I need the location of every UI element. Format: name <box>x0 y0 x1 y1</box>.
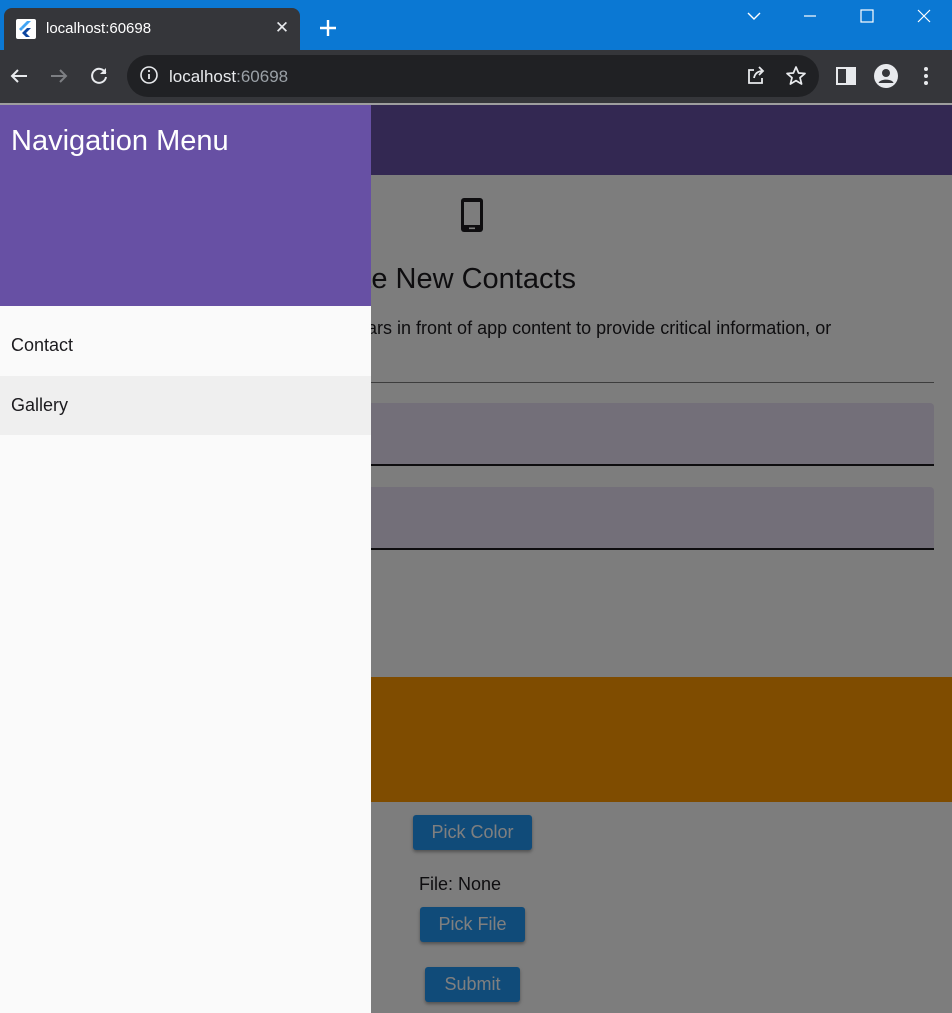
back-arrow-icon[interactable] <box>7 64 31 88</box>
drawer-header: Navigation Menu <box>0 105 371 306</box>
drawer-item-label: Gallery <box>11 395 69 415</box>
browser-tab[interactable]: localhost:60698 ✕ <box>4 8 300 50</box>
plus-icon[interactable] <box>314 14 342 42</box>
browser-toolbar: localhost:60698 <box>0 50 952 103</box>
address-bar[interactable]: localhost:60698 <box>127 55 819 97</box>
drawer-item-contact[interactable]: Contact <box>0 316 371 375</box>
minimize-icon[interactable] <box>782 0 838 32</box>
tab-search-chevron-down-icon[interactable] <box>726 0 782 32</box>
maximize-icon[interactable] <box>839 0 895 32</box>
drawer-item-label: Contact <box>11 335 74 355</box>
close-icon[interactable] <box>896 0 952 32</box>
tab-close-icon[interactable]: ✕ <box>272 17 292 39</box>
reload-icon[interactable] <box>87 64 111 88</box>
app-viewport: eate New Contacts pears in front of app … <box>0 105 952 1013</box>
url-text: localhost:60698 <box>169 67 288 87</box>
share-icon[interactable] <box>744 64 768 88</box>
drawer-title: Navigation Menu <box>11 125 229 157</box>
star-icon[interactable] <box>784 64 808 88</box>
url-port: :60698 <box>236 67 289 86</box>
profile-icon[interactable] <box>873 63 899 89</box>
drawer-item-gallery[interactable]: Gallery <box>0 376 371 435</box>
navigation-drawer: Navigation Menu Contact Gallery <box>0 105 371 1013</box>
kebab-menu-icon[interactable] <box>914 64 938 88</box>
url-host: localhost <box>169 67 237 86</box>
info-icon[interactable] <box>138 64 162 88</box>
tab-title: localhost:60698 <box>46 20 152 37</box>
forward-arrow-icon[interactable] <box>47 64 71 88</box>
browser-title-bar: localhost:60698 ✕ <box>0 0 952 50</box>
flutter-favicon-icon <box>16 19 36 39</box>
side-panel-icon[interactable] <box>834 64 858 88</box>
